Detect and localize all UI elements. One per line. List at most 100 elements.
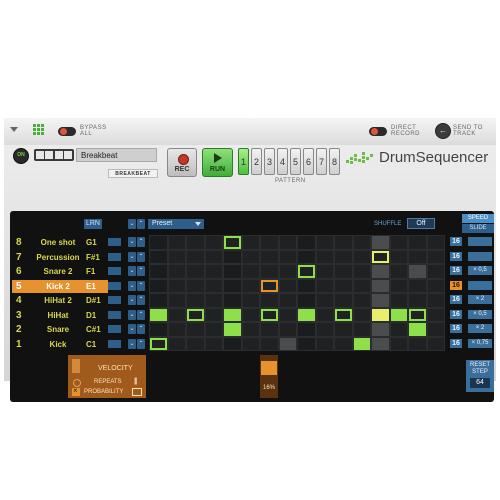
step-cell[interactable] — [353, 279, 370, 292]
step-cell[interactable] — [261, 308, 278, 321]
step-cell[interactable] — [279, 265, 296, 278]
lane-steps-value[interactable]: 16 — [450, 237, 462, 246]
step-cell[interactable] — [316, 308, 333, 321]
step-cell[interactable] — [205, 294, 222, 307]
step-cell[interactable] — [353, 236, 370, 249]
step-cell[interactable] — [372, 236, 389, 249]
step-cell[interactable] — [409, 294, 426, 307]
lane-name[interactable]: Kick 2 — [32, 282, 84, 291]
step-cell[interactable] — [261, 236, 278, 249]
step-cell[interactable] — [409, 250, 426, 263]
pattern-button-1[interactable]: 1 — [238, 148, 249, 175]
step-cell[interactable] — [150, 250, 167, 263]
step-cell[interactable] — [372, 250, 389, 263]
step-cell[interactable] — [150, 279, 167, 292]
step-cell[interactable] — [279, 294, 296, 307]
step-cell[interactable] — [224, 279, 241, 292]
lane-steps-value[interactable]: 16 — [450, 266, 462, 275]
step-cell[interactable] — [316, 236, 333, 249]
step-cell[interactable] — [316, 250, 333, 263]
step-cell[interactable] — [279, 279, 296, 292]
lane-down-arrow-icon[interactable]: ⌄ — [128, 237, 136, 247]
step-cell[interactable] — [353, 337, 370, 350]
step-cell[interactable] — [390, 236, 407, 249]
lane-number[interactable]: 2 — [16, 324, 22, 335]
step-cell[interactable] — [335, 236, 352, 249]
lane-number[interactable]: 5 — [16, 281, 22, 292]
step-cell[interactable] — [224, 323, 241, 336]
lane-name[interactable]: Kick — [32, 340, 84, 349]
step-cell[interactable] — [316, 337, 333, 350]
step-cell[interactable] — [242, 294, 259, 307]
lane-settings-icon[interactable] — [108, 339, 121, 348]
step-cell[interactable] — [427, 265, 444, 278]
step-cell[interactable] — [409, 337, 426, 350]
lane-note[interactable]: E1 — [86, 282, 96, 291]
lane-speed-multiplier[interactable] — [468, 251, 492, 261]
step-cell[interactable] — [409, 279, 426, 292]
reset-step-value-box[interactable]: 64 — [470, 378, 490, 388]
preset-next-arrow-icon[interactable]: ⌃ — [137, 219, 145, 229]
step-cell[interactable] — [390, 265, 407, 278]
step-cell[interactable] — [242, 250, 259, 263]
speed-button[interactable]: SPEED — [462, 214, 494, 223]
lane-up-arrow-icon[interactable]: ⌃ — [137, 295, 145, 305]
step-cell[interactable] — [168, 294, 185, 307]
probability-bar[interactable] — [261, 361, 277, 375]
step-cell[interactable] — [409, 308, 426, 321]
step-cell[interactable] — [298, 236, 315, 249]
direct-record-toggle[interactable] — [369, 127, 387, 136]
step-cell[interactable] — [168, 265, 185, 278]
step-cell[interactable] — [168, 323, 185, 336]
step-cell[interactable] — [409, 236, 426, 249]
next-preset-icon[interactable] — [45, 151, 53, 159]
lane-speed-multiplier[interactable] — [468, 280, 492, 290]
lane-settings-icon[interactable] — [108, 296, 121, 304]
step-cell[interactable] — [150, 308, 167, 321]
lane-settings-icon[interactable] — [108, 310, 121, 319]
step-cell[interactable] — [298, 337, 315, 350]
step-cell[interactable] — [353, 323, 370, 336]
pattern-button-8[interactable]: 8 — [329, 148, 340, 175]
lane-steps-value[interactable]: 16 — [450, 338, 462, 348]
step-cell[interactable] — [150, 323, 167, 336]
step-cell[interactable] — [390, 308, 407, 321]
step-cell[interactable] — [224, 337, 241, 350]
step-cell[interactable] — [298, 294, 315, 307]
step-cell[interactable] — [279, 236, 296, 249]
step-cell[interactable] — [316, 323, 333, 336]
lane-down-arrow-icon[interactable]: ⌄ — [128, 280, 136, 291]
folder-icon[interactable] — [55, 151, 63, 159]
lane-note[interactable]: D#1 — [86, 296, 101, 305]
step-cell[interactable] — [261, 250, 278, 263]
pattern-button-5[interactable]: 5 — [290, 148, 301, 175]
step-cell[interactable] — [427, 323, 444, 336]
lane-name[interactable]: HiHat 2 — [32, 296, 84, 305]
probability-radio[interactable]: × — [72, 386, 80, 396]
step-cell[interactable] — [372, 308, 389, 321]
pattern-button-6[interactable]: 6 — [303, 148, 314, 175]
step-cell[interactable] — [372, 294, 389, 307]
step-cell[interactable] — [168, 308, 185, 321]
step-cell[interactable] — [390, 279, 407, 292]
lane-up-arrow-icon[interactable]: ⌃ — [137, 309, 145, 320]
step-cell[interactable] — [224, 250, 241, 263]
lane-steps-value[interactable]: 16 — [450, 280, 462, 290]
step-cell[interactable] — [242, 308, 259, 321]
lane-settings-icon[interactable] — [108, 267, 121, 275]
step-cell[interactable] — [205, 337, 222, 350]
step-cell[interactable] — [353, 294, 370, 307]
lane-steps-value[interactable]: 16 — [450, 295, 462, 304]
step-cell[interactable] — [316, 279, 333, 292]
run-button[interactable]: RUN — [202, 148, 233, 177]
step-cell[interactable] — [205, 236, 222, 249]
lane-note[interactable]: D1 — [86, 311, 96, 320]
lane-up-arrow-icon[interactable]: ⌃ — [137, 338, 145, 349]
lane-note[interactable]: F#1 — [86, 253, 100, 262]
lane-number[interactable]: 7 — [16, 252, 22, 263]
step-cell[interactable] — [390, 337, 407, 350]
step-cell[interactable] — [335, 294, 352, 307]
lane-speed-multiplier[interactable]: × 2 — [468, 324, 492, 333]
step-cell[interactable] — [242, 236, 259, 249]
lane-name[interactable]: Snare — [32, 325, 84, 334]
